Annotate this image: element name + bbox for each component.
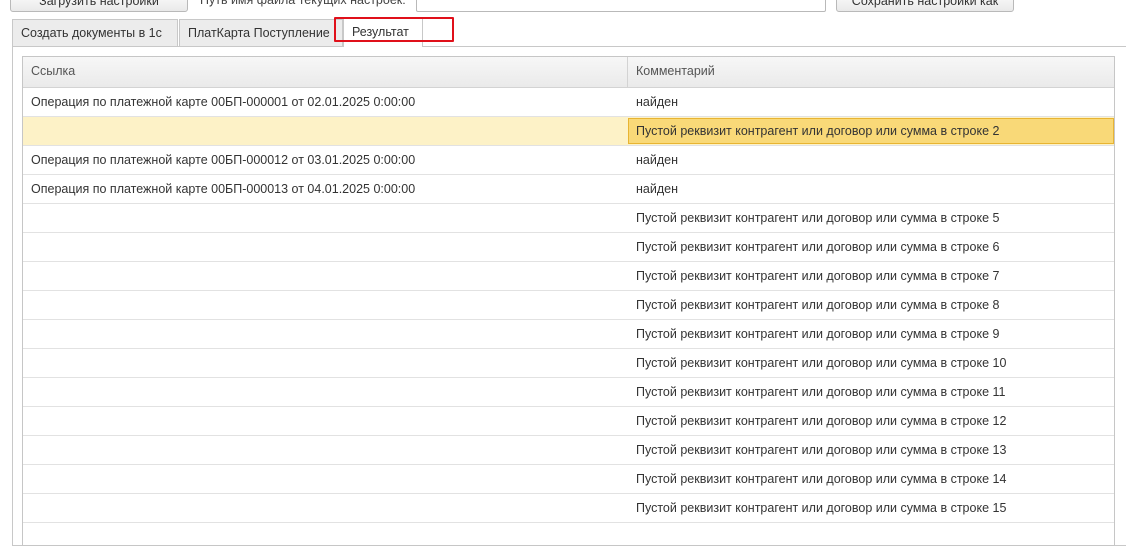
table-body: Операция по платежной карте 00БП-000001 …	[23, 88, 1114, 545]
cell-link[interactable]	[23, 320, 628, 348]
result-table: Ссылка Комментарий Операция по платежной…	[22, 56, 1115, 546]
cell-comment[interactable]: Пустой реквизит контрагент или договор и…	[628, 349, 1114, 377]
load-settings-button[interactable]: Загрузить настройки	[10, 0, 188, 12]
cell-link[interactable]	[23, 262, 628, 290]
cell-link[interactable]	[23, 291, 628, 319]
tab-platkarta-receipt[interactable]: ПлатКарта Поступление	[179, 19, 343, 46]
cell-comment[interactable]: Пустой реквизит контрагент или договор и…	[628, 291, 1114, 319]
cell-comment[interactable]: Пустой реквизит контрагент или договор и…	[628, 378, 1114, 406]
toolbar: Загрузить настройки Путь имя файла текущ…	[0, 0, 1126, 14]
cell-comment[interactable]: Пустой реквизит контрагент или договор и…	[628, 494, 1114, 522]
cell-comment[interactable]: Пустой реквизит контрагент или договор и…	[628, 320, 1114, 348]
cell-link[interactable]	[23, 378, 628, 406]
table-row[interactable]	[23, 523, 1114, 545]
cell-comment[interactable]: Пустой реквизит контрагент или договор и…	[628, 204, 1114, 232]
settings-path-input[interactable]	[416, 0, 826, 12]
cell-comment[interactable]: найден	[628, 146, 1114, 174]
annotation-highlight-box	[334, 17, 454, 42]
cell-comment[interactable]: Пустой реквизит контрагент или договор и…	[628, 407, 1114, 435]
table-row[interactable]: Пустой реквизит контрагент или договор и…	[23, 407, 1114, 436]
table-row[interactable]: Пустой реквизит контрагент или договор и…	[23, 494, 1114, 523]
cell-link[interactable]: Операция по платежной карте 00БП-000012 …	[23, 146, 628, 174]
table-row[interactable]: Пустой реквизит контрагент или договор и…	[23, 117, 1114, 146]
table-row[interactable]: Пустой реквизит контрагент или договор и…	[23, 233, 1114, 262]
table-row[interactable]: Пустой реквизит контрагент или договор и…	[23, 204, 1114, 233]
cell-link[interactable]	[23, 436, 628, 464]
settings-path-label: Путь имя файла текущих настроек:	[200, 0, 406, 7]
table-header: Ссылка Комментарий	[23, 57, 1114, 88]
table-row[interactable]: Пустой реквизит контрагент или договор и…	[23, 436, 1114, 465]
table-row[interactable]: Операция по платежной карте 00БП-000013 …	[23, 175, 1114, 204]
cell-link[interactable]: Операция по платежной карте 00БП-000001 …	[23, 88, 628, 116]
cell-link[interactable]: Операция по платежной карте 00БП-000013 …	[23, 175, 628, 203]
cell-comment[interactable]: Пустой реквизит контрагент или договор и…	[628, 465, 1114, 493]
cell-link[interactable]	[23, 494, 628, 522]
column-header-comment[interactable]: Комментарий	[628, 57, 1114, 87]
cell-link[interactable]	[23, 204, 628, 232]
cell-comment[interactable]: найден	[628, 88, 1114, 116]
cell-comment[interactable]: найден	[628, 175, 1114, 203]
cell-comment[interactable]: Пустой реквизит контрагент или договор и…	[628, 262, 1114, 290]
cell-comment[interactable]: Пустой реквизит контрагент или договор и…	[628, 233, 1114, 261]
save-settings-as-button[interactable]: Сохранить настройки как	[836, 0, 1014, 12]
table-row[interactable]: Пустой реквизит контрагент или договор и…	[23, 262, 1114, 291]
table-row[interactable]: Пустой реквизит контрагент или договор и…	[23, 465, 1114, 494]
table-row[interactable]: Пустой реквизит контрагент или договор и…	[23, 320, 1114, 349]
cell-link[interactable]	[23, 117, 628, 145]
cell-link[interactable]	[23, 465, 628, 493]
table-row[interactable]: Операция по платежной карте 00БП-000001 …	[23, 88, 1114, 117]
cell-comment[interactable]: Пустой реквизит контрагент или договор и…	[628, 118, 1114, 144]
table-row[interactable]: Пустой реквизит контрагент или договор и…	[23, 378, 1114, 407]
column-header-link[interactable]: Ссылка	[23, 57, 628, 87]
cell-link[interactable]	[23, 523, 628, 545]
table-row[interactable]: Пустой реквизит контрагент или договор и…	[23, 349, 1114, 378]
cell-comment[interactable]	[628, 523, 1114, 545]
table-row[interactable]: Операция по платежной карте 00БП-000012 …	[23, 146, 1114, 175]
tab-create-documents[interactable]: Создать документы в 1с	[12, 19, 178, 46]
cell-link[interactable]	[23, 349, 628, 377]
cell-link[interactable]	[23, 233, 628, 261]
cell-link[interactable]	[23, 407, 628, 435]
table-row[interactable]: Пустой реквизит контрагент или договор и…	[23, 291, 1114, 320]
cell-comment[interactable]: Пустой реквизит контрагент или договор и…	[628, 436, 1114, 464]
